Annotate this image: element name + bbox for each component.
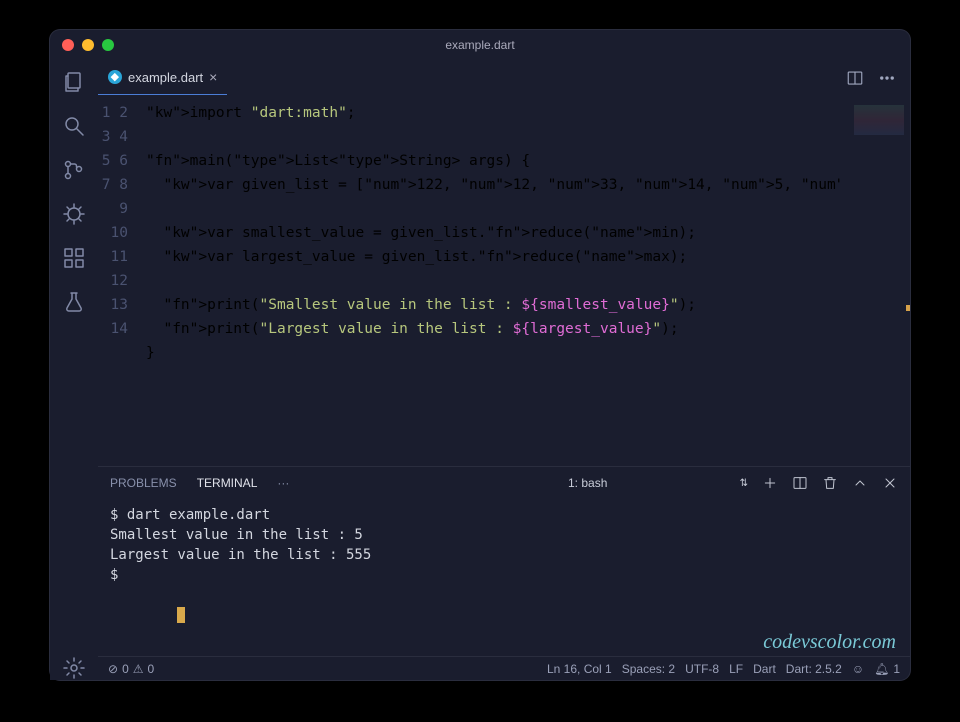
explorer-icon[interactable] (62, 70, 86, 94)
source-control-icon[interactable] (62, 158, 86, 182)
status-cursor-position[interactable]: Ln 16, Col 1 (547, 662, 612, 676)
panel-tab-terminal[interactable]: TERMINAL (197, 476, 258, 490)
terminal-cursor (177, 607, 185, 623)
minimap-marker (906, 305, 910, 311)
window-controls (62, 39, 114, 51)
titlebar[interactable]: example.dart (50, 30, 910, 60)
status-notifications[interactable]: 🔔︎ 1 (874, 662, 900, 676)
warning-icon: ⚠ (133, 662, 144, 676)
status-eol[interactable]: LF (729, 662, 743, 676)
chevron-updown-icon: ⇅ (740, 478, 748, 489)
terminal-selector-label: 1: bash (568, 476, 607, 490)
editor[interactable]: 1 2 3 4 5 6 7 8 9 10 11 12 13 14 "kw">im… (98, 95, 910, 466)
line-number-gutter: 1 2 3 4 5 6 7 8 9 10 11 12 13 14 (98, 95, 146, 466)
error-icon: ⊘ (108, 662, 118, 676)
settings-icon[interactable] (62, 656, 86, 680)
code-content[interactable]: "kw">import "dart:math"; "fn">main("type… (146, 95, 840, 466)
maximize-panel-icon[interactable] (852, 475, 868, 491)
status-notifications-count: 1 (893, 662, 900, 676)
minimap-thumb (854, 105, 904, 135)
status-errors-count: 0 (122, 662, 129, 676)
terminal-content[interactable]: $ dart example.dart Smallest value in th… (98, 499, 910, 656)
flask-icon[interactable] (62, 290, 86, 314)
debug-icon[interactable] (62, 202, 86, 226)
tab-label: example.dart (128, 70, 203, 85)
minimap[interactable] (840, 95, 910, 466)
status-sdk[interactable]: Dart: 2.5.2 (786, 662, 842, 676)
terminal-selector[interactable]: 1: bash ⇅ (568, 476, 748, 490)
kill-terminal-icon[interactable] (822, 475, 838, 491)
panel-tab-bar: PROBLEMS TERMINAL ··· 1: bash ⇅ (98, 467, 910, 499)
panel-tab-problems[interactable]: PROBLEMS (110, 476, 177, 490)
status-bar: ⊘ 0 ⚠ 0 Ln 16, Col 1 Spaces: 2 UTF-8 LF … (98, 656, 910, 680)
status-feedback-icon[interactable]: ☺ (852, 662, 864, 676)
maximize-window-button[interactable] (102, 39, 114, 51)
editor-group: example.dart × 1 2 3 4 5 6 7 8 9 10 11 1… (98, 60, 910, 680)
split-terminal-icon[interactable] (792, 475, 808, 491)
tab-example-dart[interactable]: example.dart × (98, 60, 227, 95)
activity-bar (50, 60, 98, 680)
bell-icon: 🔔︎ (874, 662, 889, 676)
status-errors[interactable]: ⊘ 0 ⚠ 0 (108, 662, 154, 676)
watermark: codevscolor.com (763, 632, 896, 652)
status-encoding[interactable]: UTF-8 (685, 662, 719, 676)
search-icon[interactable] (62, 114, 86, 138)
panel-tab-more-icon[interactable]: ··· (277, 476, 289, 490)
status-warnings-count: 0 (148, 662, 155, 676)
split-editor-icon[interactable] (846, 69, 864, 87)
window-title: example.dart (50, 38, 910, 52)
dart-file-icon (108, 70, 122, 84)
editor-window: example.dart example.dart × (50, 30, 910, 680)
minimize-window-button[interactable] (82, 39, 94, 51)
extensions-icon[interactable] (62, 246, 86, 270)
new-terminal-icon[interactable] (762, 475, 778, 491)
close-window-button[interactable] (62, 39, 74, 51)
status-indentation[interactable]: Spaces: 2 (622, 662, 675, 676)
status-language[interactable]: Dart (753, 662, 776, 676)
tab-close-icon[interactable]: × (209, 69, 217, 85)
tab-bar: example.dart × (98, 60, 910, 95)
bottom-panel: PROBLEMS TERMINAL ··· 1: bash ⇅ (98, 466, 910, 656)
more-actions-icon[interactable] (878, 69, 896, 87)
close-panel-icon[interactable] (882, 475, 898, 491)
